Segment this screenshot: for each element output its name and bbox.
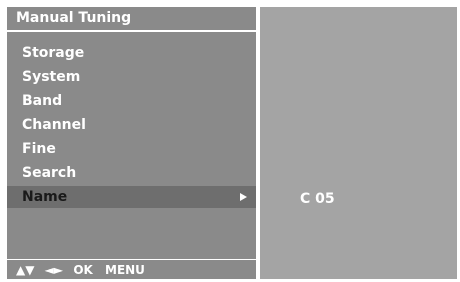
channel-name-value: C 05 — [300, 191, 335, 207]
ok-hint: OK — [73, 263, 93, 277]
menu-item-label: Name — [22, 189, 68, 205]
menu-item-label: Fine — [22, 141, 56, 157]
detail-panel — [260, 7, 457, 279]
menu-item-system[interactable]: System — [7, 66, 256, 88]
menu-item-label: Band — [22, 93, 63, 109]
up-down-arrows-icon: ▲▼ — [16, 263, 35, 277]
footer-divider — [7, 259, 256, 260]
menu-item-band[interactable]: Band — [7, 90, 256, 112]
tv-osd-screen: Manual Tuning Storage System Band Channe… — [0, 0, 460, 282]
menu-item-label: Storage — [22, 45, 85, 61]
menu-item-label: System — [22, 69, 81, 85]
menu-item-label: Channel — [22, 117, 86, 133]
menu-hint: MENU — [105, 263, 145, 277]
right-triangle-icon — [240, 193, 247, 201]
navigation-hints: ▲▼ ◄► OK MENU — [16, 262, 153, 278]
menu-item-search[interactable]: Search — [7, 162, 256, 184]
left-right-arrows-icon: ◄► — [44, 263, 64, 277]
menu-title: Manual Tuning — [16, 10, 132, 26]
menu-item-storage[interactable]: Storage — [7, 42, 256, 64]
menu-item-label: Search — [22, 165, 77, 181]
title-divider — [7, 30, 256, 32]
menu-item-channel[interactable]: Channel — [7, 114, 256, 136]
menu-item-fine[interactable]: Fine — [7, 138, 256, 160]
menu-item-name[interactable]: Name — [7, 186, 256, 208]
